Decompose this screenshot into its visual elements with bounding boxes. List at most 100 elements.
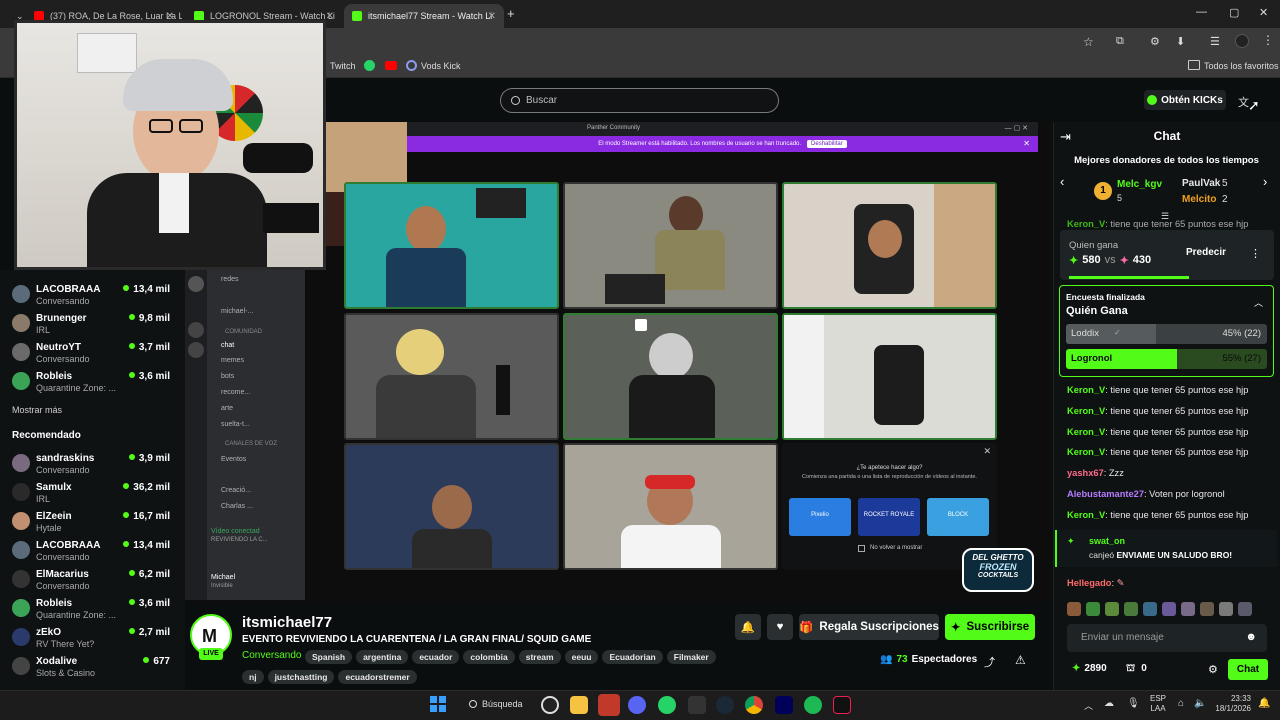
discord-icon[interactable] (628, 696, 646, 714)
close-icon[interactable]: ✕ (326, 11, 334, 22)
tab-itsmichael77[interactable]: itsmichael77 Stream - Watch Li ✕ (344, 4, 504, 28)
viewer-count: 13,4 mil (123, 540, 170, 551)
epic-games-icon[interactable] (688, 696, 706, 714)
close-icon[interactable]: ✕ (488, 11, 496, 22)
chevron-up-icon[interactable]: ︿ (1254, 296, 1263, 309)
more-icon[interactable]: ⋮ (1250, 247, 1261, 260)
sidebar-channel[interactable]: Robleis Quarantine Zone: ... 3,6 mil (12, 595, 182, 623)
emote-icon[interactable] (1105, 602, 1119, 616)
spotify-icon[interactable] (804, 696, 822, 714)
extensions-icon[interactable]: ⧉ (1116, 35, 1124, 48)
stream-category[interactable]: Conversando (242, 650, 301, 661)
channel-name[interactable]: itsmichael77 (242, 614, 332, 631)
taskbar-search-label: Búsqueda (482, 699, 523, 709)
search-input[interactable]: Buscar (500, 88, 779, 113)
sidebar-channel[interactable]: LACOBRAAA Conversando 13,4 mil (12, 281, 182, 309)
clock[interactable]: 23:33 18/1/2026 (1215, 694, 1251, 714)
emote-icon[interactable] (1238, 602, 1252, 616)
emote-icon[interactable] (1162, 602, 1176, 616)
app-icon-1[interactable] (541, 696, 559, 714)
chevron-right-icon[interactable]: › (1263, 174, 1267, 189)
send-chat-button[interactable]: Chat (1228, 659, 1268, 680)
stream-tag[interactable]: justchastting (267, 670, 335, 684)
stream-tag[interactable]: nj (242, 670, 264, 684)
sidebar-channel[interactable]: NeutroYT Conversando 3,7 mil (12, 339, 182, 367)
chevron-up-icon[interactable]: ︿ (1084, 699, 1093, 712)
minimize-icon[interactable]: — (1196, 6, 1207, 18)
camera-icon (635, 319, 647, 331)
sidebar-channel[interactable]: LACOBRAAA Conversando 13,4 mil (12, 537, 182, 565)
emote-icon[interactable] (1086, 602, 1100, 616)
close-window-icon[interactable]: ✕ (1259, 6, 1268, 19)
chrome-icon[interactable] (745, 696, 763, 714)
tiktok-icon[interactable] (833, 696, 851, 714)
stream-tag[interactable]: eeuu (564, 650, 599, 664)
chat-input[interactable]: Enviar un mensaje ☻ (1067, 624, 1267, 652)
whatsapp-icon[interactable] (364, 60, 375, 71)
emote-icon[interactable] (1124, 602, 1138, 616)
premiere-icon[interactable] (775, 696, 793, 714)
sidebar-channel[interactable]: ElMacarius Conversando 6,2 mil (12, 566, 182, 594)
download-icon[interactable]: ⬇ (1176, 35, 1185, 48)
mic-icon[interactable]: 🎙 (1127, 698, 1140, 709)
star-icon[interactable]: ☆ (1083, 35, 1094, 49)
collapse-chat-icon[interactable]: ⇥ (1060, 129, 1071, 145)
taskbar-search[interactable]: Búsqueda (461, 694, 537, 714)
sidebar-channel[interactable]: ElZeein Hytale 16,7 mil (12, 508, 182, 536)
share-icon[interactable]: ⤴ (984, 654, 995, 670)
network-icon[interactable]: ⌂ (1178, 698, 1184, 709)
app-icon-red[interactable] (598, 694, 620, 716)
steam-icon[interactable] (716, 696, 734, 714)
channel-name: ElZeein (36, 511, 72, 522)
get-kicks-button[interactable]: Obtén KICKs (1144, 90, 1226, 110)
sidebar-channel[interactable]: Samulx IRL 36,2 mil (12, 479, 182, 507)
emote-icon[interactable] (1200, 602, 1214, 616)
emoji-icon[interactable]: ☻ (1245, 631, 1257, 643)
stream-tag[interactable]: ecuador (412, 650, 460, 664)
stream-tag[interactable]: colombia (463, 650, 515, 664)
notification-bell-button[interactable]: 🔔 (735, 614, 761, 640)
volume-icon[interactable]: 🔈 (1194, 698, 1206, 709)
sidebar-channel[interactable]: sandraskins Conversando 3,9 mil (12, 450, 182, 478)
more-icon[interactable]: ⋮ (1262, 33, 1274, 47)
sidebar-channel[interactable]: Brunenger IRL 9,8 mil (12, 310, 182, 338)
start-icon[interactable] (430, 696, 446, 712)
follow-heart-button[interactable]: ♥ (767, 614, 793, 640)
show-more-link[interactable]: Mostrar más (12, 405, 62, 415)
predict-button[interactable]: Predecir (1186, 247, 1226, 258)
settings-icon[interactable]: ⚙ (1208, 663, 1218, 676)
new-tab-button[interactable]: + (507, 6, 515, 21)
sidebar-channel[interactable]: Xodalive Slots & Casino 677 (12, 653, 182, 681)
stream-tag[interactable]: argentina (356, 650, 409, 664)
stream-tag[interactable]: stream (518, 650, 561, 664)
emote-icon[interactable] (1181, 602, 1195, 616)
maximize-icon[interactable]: ▢ (1229, 6, 1239, 19)
sidebar-channel[interactable]: Robleis Quarantine Zone: ... 3,6 mil (12, 368, 182, 396)
bookmark-vods-kick[interactable]: Vods Kick (421, 61, 461, 71)
report-icon[interactable]: ⚠ (1015, 653, 1026, 667)
toolbar-icon[interactable]: ⚙ (1150, 35, 1160, 48)
cloud-icon[interactable]: ☁ (1104, 698, 1114, 709)
channel-points[interactable]: ✦ 2890 (1072, 663, 1107, 674)
gift-subs-button[interactable]: 🎁 Regala Suscripciones (799, 614, 939, 640)
keyboard-language[interactable]: ESP LAA (1150, 694, 1166, 714)
sidebar-channel[interactable]: zEkO RV There Yet? 2,7 mil (12, 624, 182, 652)
emote-icon[interactable] (1067, 602, 1081, 616)
stream-tag[interactable]: Filmaker (666, 650, 716, 664)
file-explorer-icon[interactable] (570, 696, 588, 714)
youtube-icon[interactable] (385, 61, 397, 70)
stream-tag[interactable]: Spanish (305, 650, 353, 664)
bookmark-twitch[interactable]: Twitch (330, 61, 356, 71)
stream-tag[interactable]: ecuadorstremer (338, 670, 417, 684)
subscribe-button[interactable]: ✦ Suscribirse (945, 614, 1035, 640)
bookmark-folder[interactable]: Todos los favoritos (1204, 61, 1279, 71)
emote-icon[interactable] (1219, 602, 1233, 616)
menu-list-icon[interactable]: ☰ (1210, 35, 1220, 48)
profile-avatar[interactable] (1235, 34, 1249, 48)
notification-icon[interactable]: 🔔 (1258, 698, 1270, 709)
stream-tag[interactable]: Ecuadorian (602, 650, 663, 664)
drops-counter[interactable]: ⛫ 0 (1126, 663, 1147, 676)
whatsapp-icon[interactable] (658, 696, 676, 714)
chevron-left-icon[interactable]: ‹ (1060, 174, 1064, 189)
emote-icon[interactable] (1143, 602, 1157, 616)
